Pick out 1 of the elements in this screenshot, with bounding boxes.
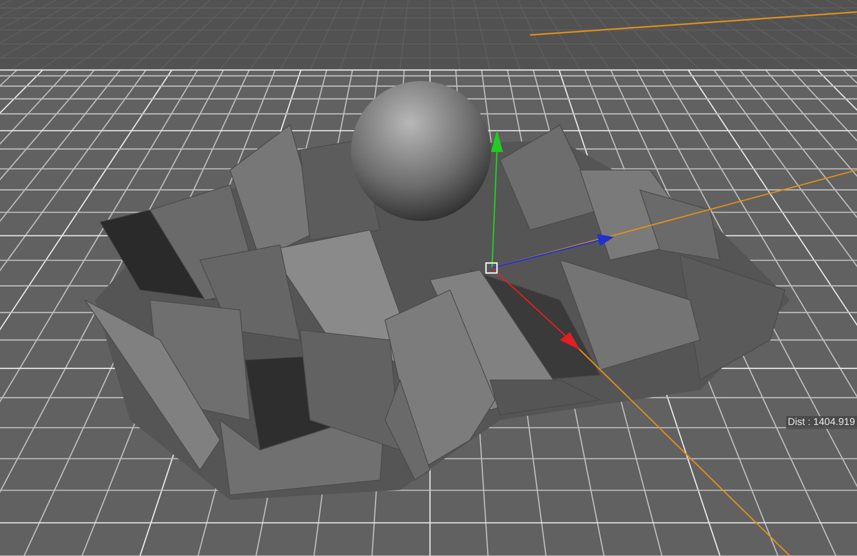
distance-readout: Dist : 1404.919 (786, 416, 857, 429)
